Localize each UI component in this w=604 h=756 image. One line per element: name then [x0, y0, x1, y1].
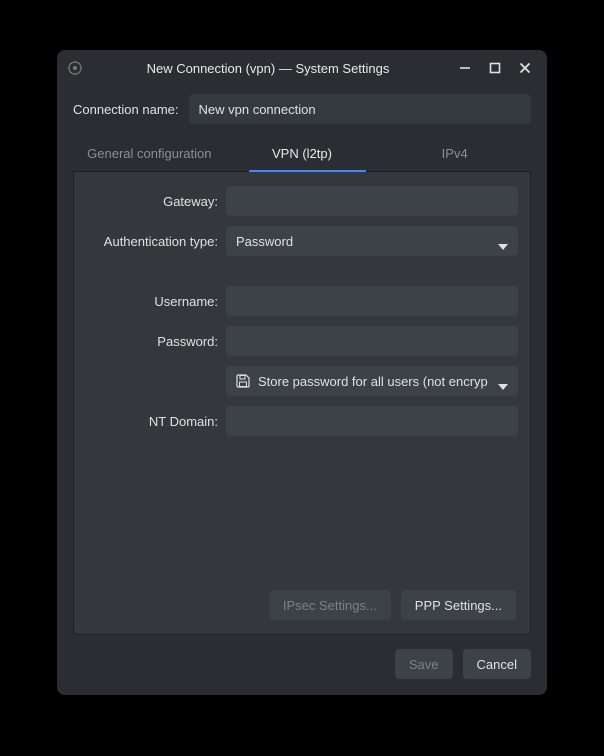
- auth-type-select[interactable]: Password: [226, 226, 518, 256]
- store-password-value: Store password for all users (not encryp: [258, 374, 488, 389]
- minimize-button[interactable]: [453, 56, 477, 80]
- chevron-down-icon: [498, 378, 508, 384]
- panel-spacer: [88, 436, 516, 590]
- cancel-button[interactable]: Cancel: [463, 649, 531, 679]
- maximize-button[interactable]: [483, 56, 507, 80]
- save-icon: [236, 374, 250, 388]
- vpn-form: Gateway: Authentication type: Password U…: [88, 186, 516, 436]
- chevron-down-icon: [498, 238, 508, 244]
- gateway-label: Gateway:: [88, 194, 218, 209]
- tab-ipv4-label: IPv4: [442, 146, 468, 161]
- auth-type-value: Password: [236, 234, 293, 249]
- titlebar-controls: [453, 56, 537, 80]
- tab-vpn[interactable]: VPN (l2tp): [226, 136, 379, 171]
- username-input[interactable]: [226, 286, 518, 316]
- ppp-settings-button[interactable]: PPP Settings...: [401, 590, 516, 620]
- dialog-footer: Save Cancel: [73, 649, 531, 679]
- tab-active-underline: [249, 170, 366, 172]
- titlebar: New Connection (vpn) — System Settings: [57, 50, 547, 86]
- save-button[interactable]: Save: [395, 649, 453, 679]
- window-content: Connection name: General configuration V…: [57, 86, 547, 695]
- tab-general[interactable]: General configuration: [73, 136, 226, 171]
- settings-window: New Connection (vpn) — System Settings C…: [57, 50, 547, 695]
- nt-domain-input[interactable]: [226, 406, 518, 436]
- ipsec-settings-button[interactable]: IPsec Settings...: [269, 590, 391, 620]
- tab-vpn-label: VPN (l2tp): [272, 146, 332, 161]
- tab-general-label: General configuration: [87, 146, 211, 161]
- auth-type-label: Authentication type:: [88, 234, 218, 249]
- tab-ipv4[interactable]: IPv4: [378, 136, 531, 171]
- connection-name-input[interactable]: [189, 94, 531, 124]
- gateway-input[interactable]: [226, 186, 518, 216]
- settings-app-icon: [67, 60, 83, 76]
- tabs-container: General configuration VPN (l2tp) IPv4: [73, 136, 531, 172]
- auth-spacer: [88, 266, 518, 276]
- connection-name-label: Connection name:: [73, 102, 179, 117]
- username-label: Username:: [88, 294, 218, 309]
- tabpanel-vpn: Gateway: Authentication type: Password U…: [73, 172, 531, 635]
- password-input[interactable]: [226, 326, 518, 356]
- panel-footer: IPsec Settings... PPP Settings...: [88, 590, 516, 620]
- password-label: Password:: [88, 334, 218, 349]
- connection-name-row: Connection name:: [73, 94, 531, 124]
- window-title: New Connection (vpn) — System Settings: [91, 61, 445, 76]
- tabs: General configuration VPN (l2tp) IPv4: [73, 136, 531, 172]
- close-button[interactable]: [513, 56, 537, 80]
- store-password-select[interactable]: Store password for all users (not encryp: [226, 366, 518, 396]
- nt-domain-label: NT Domain:: [88, 414, 218, 429]
